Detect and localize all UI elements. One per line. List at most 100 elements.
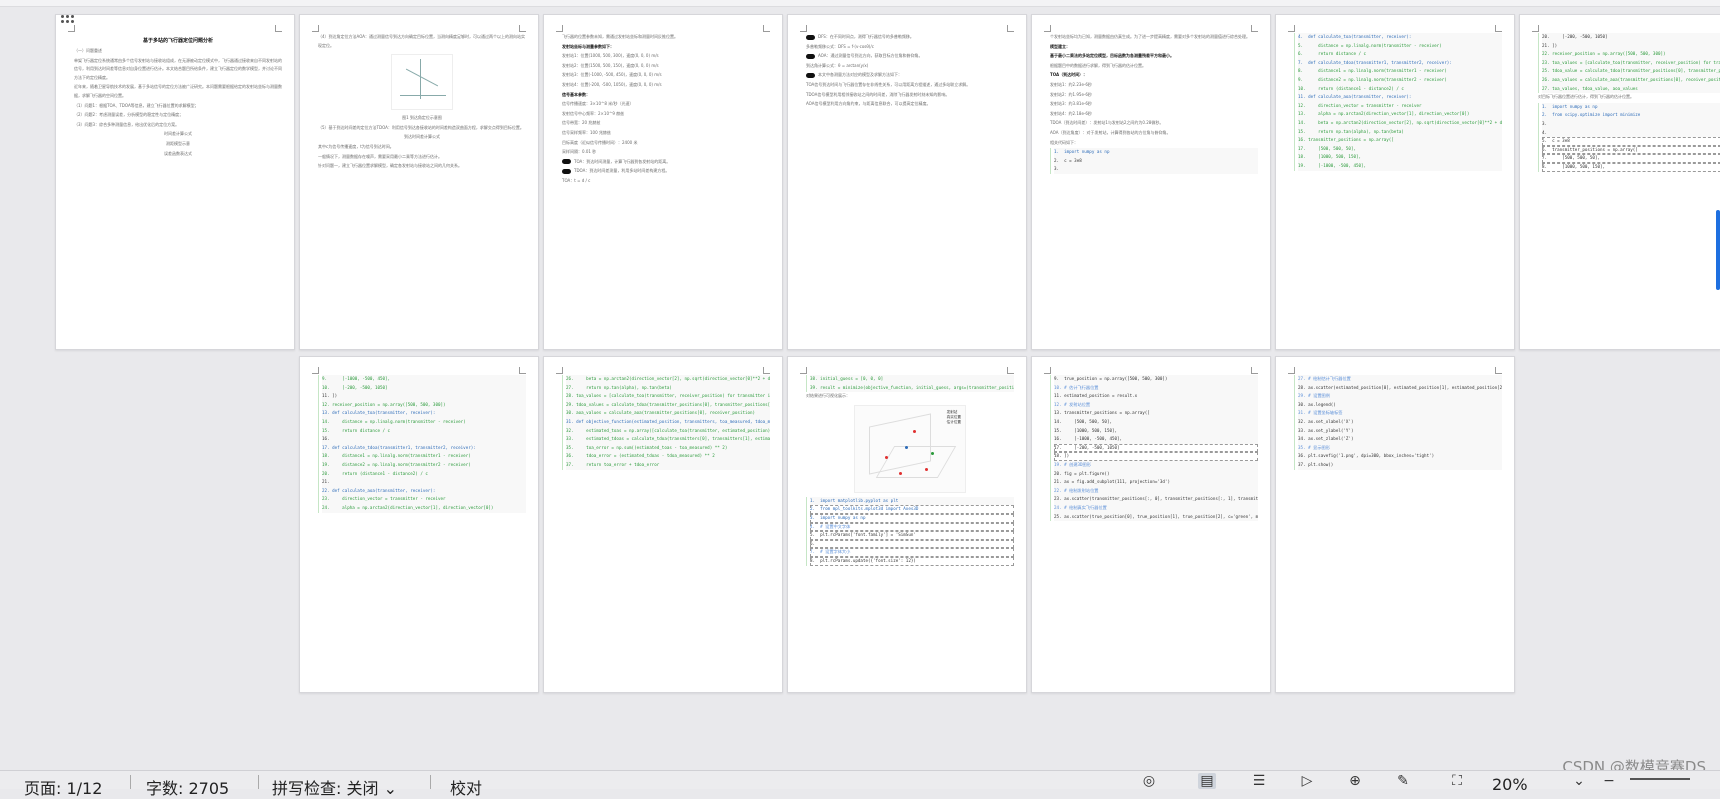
zoom-slider[interactable]: [1630, 778, 1690, 780]
formula: 时间差计算公式: [164, 131, 192, 137]
document-page-10[interactable]: 38. initial_guess = [0, 0, 0] 39. result…: [787, 356, 1027, 693]
code-line: 3.: [1542, 119, 1720, 129]
paragraph: 发射站2：约1.95e-6秒: [1050, 91, 1092, 97]
margin-corner-mark: [312, 367, 319, 374]
eye-icon[interactable]: ◎: [1140, 773, 1158, 789]
code-line: 22. def calculate_aoa(transmitter, recei…: [322, 486, 526, 496]
paragraph: 发射站1：约2.23e-6秒: [1050, 81, 1092, 87]
paragraph: 信号传播速度：3×10^8 米/秒（光速）: [562, 101, 634, 107]
paragraph: AOA（到达角度）：对于发射站，计算得到各站的方位角与俯仰角。: [1050, 129, 1171, 135]
code-block: 38. initial_guess = [0, 0, 0] 39. result…: [806, 375, 1014, 393]
margin-corner-mark: [275, 25, 282, 32]
pen-icon[interactable]: ✎: [1394, 773, 1412, 789]
paragraph: 相关代码如下：: [1050, 139, 1078, 145]
code-line: 13. transmitter_positions = np.array([: [1054, 409, 1258, 418]
code-line: 7. # 设置字体大小: [810, 548, 1014, 557]
page-indicator[interactable]: 页面: 1/12: [24, 775, 102, 799]
paragraph: 一般情况下，测量数据存在噪声，需要采用最小二乘等方法进行估计。: [318, 153, 442, 159]
page-body: 4. def calculate_toa(transmitter, receiv…: [1294, 33, 1502, 339]
document-page-11[interactable]: 9. true_position = np.array([500, 500, 3…: [1031, 356, 1271, 693]
paragraph: （2）问题2：考虑测量误差，分析模型的稳定性与定位精度；: [74, 112, 184, 118]
zoom-out-icon[interactable]: −: [1600, 773, 1618, 789]
code-line: 20. return (distance1 - distance2) / c: [322, 469, 526, 479]
paragraph: （3）问题3：综合多种测量信息，给出优化后的定位方案。: [74, 121, 180, 127]
globe-icon[interactable]: ⊕: [1346, 773, 1364, 789]
document-page-4[interactable]: DFS：在不同时间点，测得飞行器信号的多普勒频移。 多普勒频移公式：DFS = …: [787, 14, 1027, 350]
margin-corner-mark: [68, 25, 75, 32]
word-count[interactable]: 字数: 2705: [146, 775, 229, 799]
document-page-9[interactable]: 26. beta = np.arctan2(direction_vector[2…: [543, 356, 783, 693]
code-line: 12. direction_vector = transmitter - rec…: [1298, 101, 1502, 111]
code-line: 3.: [1054, 165, 1258, 174]
paragraph: TDOA（到达时间差）：发射站1与发射站2之间约为0.28微秒。: [1050, 120, 1164, 126]
code-line: 29. # 设置图例: [1298, 392, 1502, 401]
document-page-1[interactable]: 基于多站的飞行器定位问题分析 （一）问题重述 单架飞行器定位系统通常由多个信号发…: [55, 14, 295, 350]
paragraph: DFS：在不同时间点，测得飞行器信号的多普勒频移。: [806, 33, 1014, 42]
page-view-icon[interactable]: ▤: [1198, 773, 1216, 789]
paragraph: （4）到达角定位方法AOA：通过测量信号到达方向确定目标位置，当测向精度足够时，…: [318, 34, 526, 48]
zoom-level[interactable]: 20%: [1492, 775, 1528, 794]
formula: 到达时间差计算公式: [404, 134, 440, 140]
paragraph: （5）基于到达时间差的定位方法TDOA：利用信号到达各接收站的时间差构造双曲面方…: [318, 124, 524, 130]
paragraph: 针对问题一，建立飞行器位置求解模型，确定各发射站与接收站之间的几何关系。: [318, 163, 462, 169]
code-line: 2. c = 3e8: [1054, 156, 1258, 166]
spellcheck-label: 拼写检查: 关闭: [272, 779, 379, 798]
document-page-2[interactable]: （4）到达角定位方法AOA：通过测量信号到达方向确定目标位置，当测向精度足够时，…: [299, 14, 539, 350]
document-page-12[interactable]: 27. # 绘制估计飞行器位置 28. ax.scatter(estimated…: [1275, 356, 1515, 693]
document-page-5[interactable]: 个发射站坐标均为已知，测量数据由仿真生成。为了进一步提高精度，需要对多个发射站的…: [1031, 14, 1271, 350]
paragraph: 发射信号中心频率：2×10^9 赫兹: [562, 110, 625, 116]
code-line: 21.: [322, 478, 526, 487]
outline-view-icon[interactable]: ☰: [1250, 773, 1268, 789]
document-page-7[interactable]: 20. [-200, -500, 1050] 21. ]) 22. receiv…: [1519, 14, 1720, 350]
code-line: 21. ax = fig.add_subplot(111, projection…: [1054, 478, 1258, 487]
paragraph: 对目标飞行器位置进行估计，得到飞行器的估计位置。: [1538, 94, 1634, 100]
code-line: 19. distance2 = np.linalg.norm(transmitt…: [322, 460, 526, 470]
code-block: 1. import numpy as np 2. from scipy.opti…: [1538, 102, 1720, 172]
code-line: 5. c = 3e8: [1542, 137, 1720, 146]
code-line: 5. distance = np.linalg.norm(transmitter…: [1298, 41, 1502, 51]
code-line: 5. plt.rcParams['font.family'] = 'SimSun…: [810, 531, 1014, 540]
code-line: 9. [-1000, -500, 450],: [322, 375, 526, 384]
drag-handle-icon[interactable]: [60, 12, 74, 26]
paragraph: 采样间隔：0.01 秒: [562, 149, 597, 155]
code-line: 10. # 估计飞行器位置: [1054, 383, 1258, 393]
code-line: 13. alpha = np.arctan2(direction_vector[…: [1298, 110, 1502, 119]
code-line: 16.: [322, 435, 526, 444]
code-line: 6. transmitter_positions = np.array([: [1542, 145, 1720, 155]
page-body: 9. [-1000, -500, 450], 10. [-200, -500, …: [318, 375, 526, 682]
code-line: 14. beta = np.arctan2(direction_vector[2…: [1298, 118, 1502, 128]
code-line: 25. ax.scatter(true_position[0], true_po…: [1054, 512, 1258, 522]
margin-corner-mark: [1495, 367, 1502, 374]
code-line: 1. import numpy as np: [1054, 148, 1258, 157]
code-line: 24. # 绘制真实飞行器位置: [1054, 503, 1258, 513]
play-icon[interactable]: ▷: [1298, 773, 1316, 789]
code-line: 11. ]): [322, 392, 526, 401]
page-body: （4）到达角定位方法AOA：通过测量信号到达方向确定目标位置，当测向精度足够时，…: [318, 33, 526, 339]
document-page-3[interactable]: 飞行器的位置参数未知，需通过发射站坐标和测量时间反推位置。 发射站坐标与测量参数…: [543, 14, 783, 350]
document-page-6[interactable]: 4. def calculate_toa(transmitter, receiv…: [1275, 14, 1515, 350]
code-line: 14. [500, 500, 50],: [1054, 417, 1258, 427]
document-page-8[interactable]: 9. [-1000, -500, 450], 10. [-200, -500, …: [299, 356, 539, 693]
formula: 多普勒频移公式：DFS = f·(v·cosθ)/c: [806, 43, 874, 49]
scrollbar-thumb[interactable]: [1716, 210, 1720, 290]
proofread-button[interactable]: 校对: [450, 775, 482, 799]
code-line: 31. def objective_function(estimated_pos…: [566, 417, 770, 427]
code-line: 22. # 绘制发射站位置: [1054, 486, 1258, 496]
chevron-down-icon: ⌄: [383, 779, 397, 798]
spellcheck-toggle[interactable]: 拼写检查: 关闭 ⌄: [272, 775, 397, 799]
code-line: 36. plt.savefig('1.png', dpi=300, bbox_i…: [1298, 452, 1502, 461]
paragraph: （一）问题重述: [74, 48, 102, 53]
fit-page-icon[interactable]: ⛶: [1448, 773, 1466, 789]
paragraph: 飞行器的位置参数未知，需通过发射站坐标和测量时间反推位置。: [562, 34, 678, 39]
code-line: 21. ]): [1542, 41, 1720, 51]
paragraph: 根据题目中的数据进行求解，得到飞行器的估计位置。: [1050, 62, 1146, 68]
zoom-dropdown-icon[interactable]: ⌄: [1570, 773, 1588, 789]
paragraph: 近年来，随着卫星导航技术的发展，基于多站信号的定位方法被广泛研究。本问题需要根据…: [74, 84, 282, 98]
code-line: 23. ax.scatter(transmitter_positions[:, …: [1054, 495, 1258, 504]
code-line: 22. receiver_position = np.array([500, 5…: [1542, 50, 1720, 59]
code-block: 20. [-200, -500, 1050] 21. ]) 22. receiv…: [1538, 33, 1720, 94]
margin-corner-mark: [763, 25, 770, 32]
code-line: 30. ax.legend(): [1298, 400, 1502, 410]
formula: TOA：t = d / c: [562, 177, 591, 183]
code-line: 28. ax.scatter(estimated_position[0], es…: [1298, 383, 1502, 393]
